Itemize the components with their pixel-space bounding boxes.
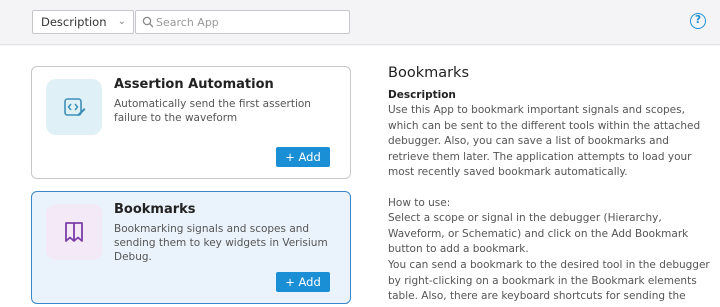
description-heading: Description (388, 89, 456, 101)
app-card-description: Bookmarking signals and scopes and sendi… (114, 223, 328, 263)
search-box[interactable] (135, 10, 350, 34)
toolbar: Description ⌄ ? (0, 0, 720, 45)
search-icon (142, 16, 154, 28)
how-to-use-step-2: You can send a bookmark to the desired t… (388, 259, 710, 307)
how-to-use-heading: How to use: (388, 197, 451, 209)
app-icon-container (46, 204, 102, 260)
bookmarks-icon (65, 222, 83, 242)
plus-icon: + (285, 275, 295, 289)
app-card-assertion-automation[interactable]: Assertion Automation Automatically send … (31, 66, 351, 179)
app-card-title: Assertion Automation (114, 77, 274, 92)
code-edit-icon (64, 98, 86, 116)
add-button-label: Add (298, 275, 321, 289)
app-card-title: Bookmarks (114, 202, 196, 217)
app-icon-container (46, 79, 102, 135)
add-button-label: Add (298, 150, 321, 164)
detail-title: Bookmarks (388, 65, 470, 81)
app-card-bookmarks[interactable]: Bookmarks Bookmarking signals and scopes… (31, 191, 351, 304)
how-to-use-step-1: Select a scope or signal in the debugger… (388, 212, 689, 255)
plus-icon: + (285, 150, 295, 164)
chevron-down-icon: ⌄ (117, 16, 126, 27)
add-app-button[interactable]: + Add (276, 272, 330, 292)
filter-dropdown-value: Description (41, 15, 107, 29)
main-content: Assertion Automation Automatically send … (0, 46, 720, 307)
help-icon[interactable]: ? (690, 13, 706, 29)
app-card-description: Automatically send the first assertion f… (114, 98, 311, 124)
description-text: Use this App to bookmark important signa… (388, 104, 701, 178)
add-app-button[interactable]: + Add (276, 147, 330, 167)
search-input[interactable] (156, 13, 346, 31)
filter-dropdown[interactable]: Description ⌄ (32, 10, 134, 34)
